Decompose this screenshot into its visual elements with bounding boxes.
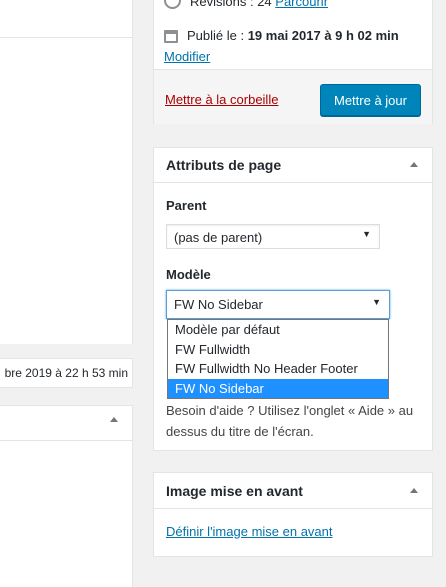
revisions-label: Révisions : 24: [190, 0, 272, 9]
published-prefix: Publié le :: [187, 28, 248, 43]
template-option[interactable]: FW Fullwidth No Header Footer: [168, 359, 388, 379]
template-dropdown-list: Modèle par défaut FW Fullwidth FW Fullwi…: [167, 319, 389, 399]
set-featured-image-link[interactable]: Définir l'image mise en avant: [166, 524, 333, 539]
update-button[interactable]: Mettre à jour: [320, 84, 421, 116]
template-option[interactable]: FW Fullwidth: [168, 340, 388, 360]
page-attributes-title: Attributs de page: [166, 157, 282, 173]
parent-select[interactable]: (pas de parent) ▼: [166, 224, 380, 249]
collapse-arrow-icon[interactable]: [410, 162, 418, 167]
calendar-icon: [164, 30, 178, 43]
revisions-row: Révisions : 24 Parcourir: [164, 0, 328, 9]
parent-label: Parent: [166, 198, 207, 213]
parent-select-value: (pas de parent): [174, 230, 263, 245]
browse-revisions-link[interactable]: Parcourir: [275, 0, 328, 9]
help-text: Besoin d'aide ? Utilisez l'onglet « Aide…: [166, 403, 414, 439]
featured-image-title: Image mise en avant: [166, 483, 303, 499]
collapse-arrow-icon[interactable]: [410, 488, 418, 493]
collapse-arrow-icon[interactable]: [110, 417, 118, 422]
template-select[interactable]: FW No Sidebar ▼: [166, 290, 390, 319]
trash-link[interactable]: Mettre à la corbeille: [165, 92, 278, 107]
divider: [154, 182, 432, 183]
last-edited-text: bre 2019 à 22 h 53 min: [4, 366, 128, 380]
template-select-value: FW No Sidebar: [174, 297, 263, 312]
editor-panel: [0, 0, 133, 344]
divider: [154, 508, 432, 509]
published-date: 19 mai 2017 à 9 h 02 min: [247, 28, 399, 43]
clock-icon: [164, 0, 181, 9]
published-date-row: Publié le : 19 mai 2017 à 9 h 02 min: [164, 28, 399, 43]
editor-metabox: [0, 405, 133, 587]
modify-date-link[interactable]: Modifier: [164, 49, 210, 64]
template-label: Modèle: [166, 267, 211, 282]
template-option[interactable]: Modèle par défaut: [168, 320, 388, 340]
template-option-selected[interactable]: FW No Sidebar: [168, 378, 388, 398]
chevron-down-icon: ▼: [362, 229, 371, 239]
chevron-down-icon: ▼: [372, 297, 381, 307]
divider: [0, 440, 132, 441]
divider: [0, 37, 132, 38]
